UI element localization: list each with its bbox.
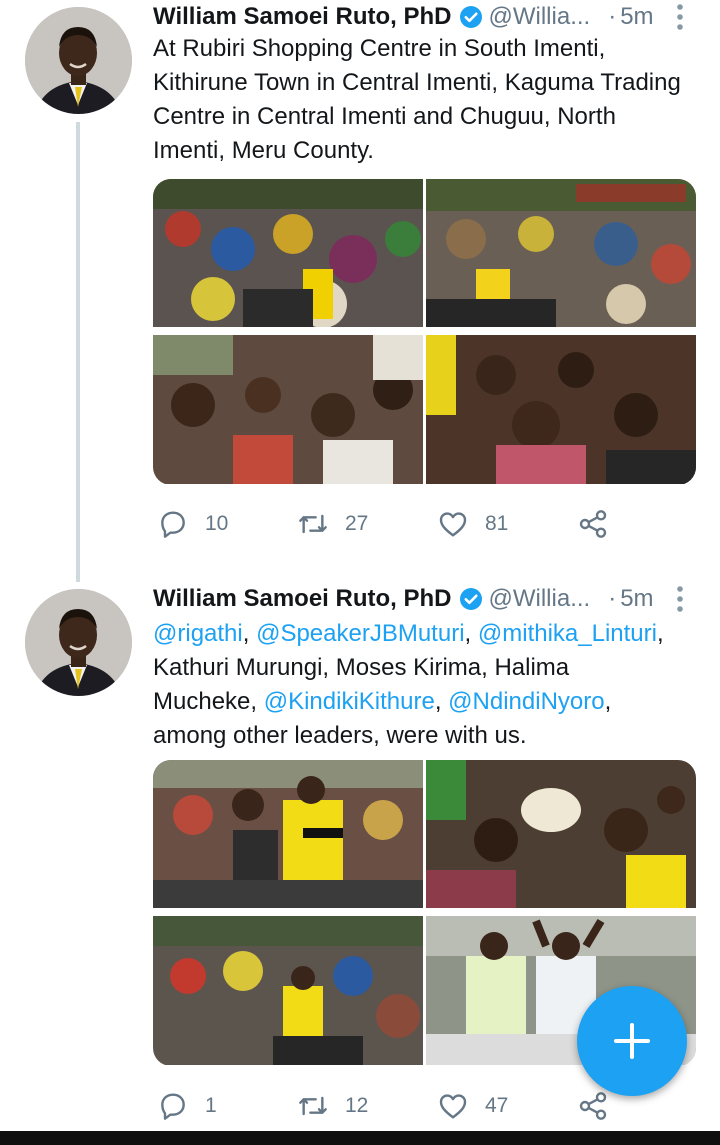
- plus-icon: [614, 1023, 650, 1059]
- mention-link[interactable]: @NdindiNyoro: [448, 688, 604, 715]
- mention-link[interactable]: @mithika_Linturi: [478, 620, 657, 647]
- tweet-text: At Rubiri Shopping Centre in South Iment…: [153, 35, 688, 164]
- reply-button[interactable]: 1: [157, 1086, 217, 1126]
- reply-icon: [161, 511, 185, 538]
- tweet-actions: 10 27 81: [153, 504, 623, 544]
- author-handle[interactable]: @Willia...: [489, 585, 591, 613]
- mention-link[interactable]: @rigathi: [153, 620, 243, 647]
- reply-icon: [161, 1093, 185, 1120]
- photo-crowd-cheering[interactable]: [153, 335, 423, 484]
- photo-crowd-closeup[interactable]: [426, 335, 696, 484]
- mention-link[interactable]: @SpeakerJBMuturi: [256, 620, 464, 647]
- share-icon: [579, 510, 607, 538]
- media-grid: [153, 179, 696, 485]
- more-vertical-icon[interactable]: [670, 2, 690, 32]
- reply-button[interactable]: 10: [157, 504, 228, 544]
- retweet-icon: [299, 514, 327, 534]
- tweet-actions: 1 12 47: [153, 1086, 623, 1126]
- photo-crowd-with-basin[interactable]: [426, 760, 696, 908]
- separator-dot: ·: [608, 585, 617, 612]
- like-count: 81: [485, 512, 509, 535]
- author-handle[interactable]: @Willia...: [489, 3, 591, 31]
- compose-tweet-button[interactable]: [577, 986, 687, 1096]
- retweet-button[interactable]: 27: [297, 504, 368, 544]
- timestamp[interactable]: 5m: [620, 585, 653, 613]
- like-button[interactable]: 47: [437, 1086, 508, 1126]
- author-name[interactable]: William Samoei Ruto, PhD: [153, 585, 452, 613]
- share-button[interactable]: [577, 1086, 609, 1126]
- timestamp[interactable]: 5m: [620, 3, 653, 31]
- separator-dot: ·: [608, 3, 617, 30]
- heart-icon: [439, 512, 467, 537]
- reply-count: 10: [205, 512, 229, 535]
- profile-photo: [25, 7, 132, 114]
- profile-photo: [25, 589, 132, 696]
- system-navigation-bar: [0, 1131, 720, 1145]
- verified-badge-icon: [459, 588, 482, 610]
- share-button[interactable]: [577, 504, 609, 544]
- photo-leaders-on-car[interactable]: [153, 760, 423, 908]
- retweet-count: 27: [345, 512, 369, 535]
- avatar[interactable]: [25, 7, 132, 114]
- retweet-count: 12: [345, 1094, 369, 1117]
- thread-line: [76, 122, 80, 582]
- share-icon: [579, 1092, 607, 1120]
- avatar[interactable]: [25, 589, 132, 696]
- author-name[interactable]: William Samoei Ruto, PhD: [153, 3, 452, 31]
- photo-crowd-street[interactable]: [153, 916, 423, 1065]
- retweet-icon: [299, 1096, 327, 1116]
- photo-crowd-road[interactable]: [426, 179, 696, 327]
- retweet-button[interactable]: 12: [297, 1086, 368, 1126]
- like-button[interactable]: 81: [437, 504, 508, 544]
- like-count: 47: [485, 1094, 509, 1117]
- heart-icon: [439, 1094, 467, 1119]
- more-vertical-icon[interactable]: [670, 584, 690, 614]
- reply-count: 1: [205, 1094, 217, 1117]
- photo-crowd-aerial[interactable]: [153, 179, 423, 327]
- verified-badge-icon: [459, 6, 482, 28]
- mention-link[interactable]: @KindikiKithure: [264, 688, 435, 715]
- tweet-text: @rigathi, @SpeakerJBMuturi, @mithika_Lin…: [153, 620, 664, 749]
